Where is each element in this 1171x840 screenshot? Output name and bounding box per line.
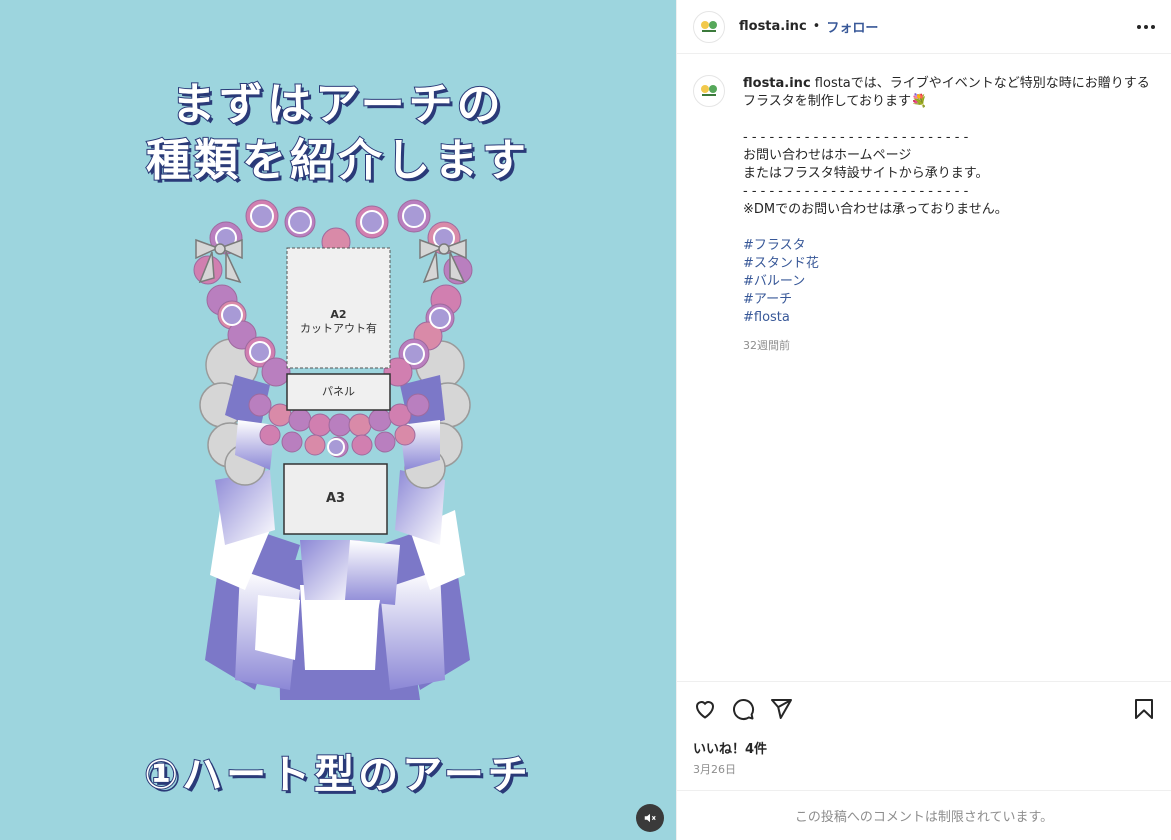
post-side-panel: flosta.inc • フォロー flosta.inc flostaでは、ライ… [676,0,1171,840]
share-button[interactable] [769,697,793,721]
action-bar: いいね！4件 3月26日 [677,681,1171,777]
caption-line-1: フラスタを制作しております💐 [743,94,928,109]
caption-line-7: ※DMでのお問い合わせは承っておりません。 [743,202,1008,217]
a3-label: A3 [325,491,346,506]
comment-button[interactable] [731,697,755,721]
post-date[interactable]: 3月26日 [693,761,1155,777]
instagram-post: まずはアーチの 種類を紹介します A2 カットアウト有 パネル A3 ①ハート型… [0,0,1171,840]
caption-line-5: またはフラスタ特設サイトから承ります。 [743,166,989,181]
hashtag-link[interactable]: #flosta [743,309,1155,327]
caption-text: flosta.inc flostaでは、ライブやイベントなど特別な時にお贈りする… [743,75,1155,355]
caption: flosta.inc flostaでは、ライブやイベントなど特別な時にお贈りする… [693,75,1155,355]
headline-line-1: まずはアーチの [170,78,505,131]
caption-divider: - - - - - - - - - - - - - - - - - - - - … [743,184,969,199]
caption-line-4: お問い合わせはホームページ [743,148,912,163]
likes-count[interactable]: いいね！4件 [693,738,1155,757]
hashtag-link[interactable]: #アーチ [743,291,1155,309]
header-username[interactable]: flosta.inc [739,19,807,34]
comments-restricted-notice: この投稿へのコメントは制限されています。 [677,790,1171,840]
action-icons [693,694,1155,724]
heart-icon [695,701,715,719]
hashtag-link[interactable]: #スタンド花 [743,255,1155,273]
comment-icon [733,699,755,720]
a2-label-size: A2 [330,308,347,321]
hashtag-link[interactable]: #バルーン [743,273,1155,291]
flosta-logo-icon [701,20,717,32]
mute-button[interactable] [636,804,664,832]
caption-line-2 [743,111,1155,129]
a2-label-note: カットアウト有 [300,322,377,335]
header-separator: • [812,19,821,34]
media-subtitle: ①ハート型のアーチ [143,751,532,799]
post-header: flosta.inc • フォロー [677,0,1171,54]
like-button[interactable] [693,697,717,721]
caption-divider: - - - - - - - - - - - - - - - - - - - - … [743,130,969,145]
headline-line-2: 種類を紹介します [145,134,530,187]
avatar[interactable] [693,10,725,43]
caption-line-0: flostaでは、ライブやイベントなど特別な時にお贈りする [814,76,1150,91]
caption-avatar[interactable] [693,75,725,107]
send-icon [771,699,792,719]
a2-label: A2 カットアウト有 [287,308,390,336]
bookmark-icon [1135,699,1153,719]
caption-username[interactable]: flosta.inc [743,76,811,91]
flosta-logo-icon [701,85,717,96]
post-media[interactable]: まずはアーチの 種類を紹介します A2 カットアウト有 パネル A3 ①ハート型… [0,0,676,840]
follow-button[interactable]: フォロー [826,17,878,36]
hashtag-link[interactable]: #フラスタ [743,237,1155,255]
caption-time-ago[interactable]: 32週間前 [743,337,1155,355]
save-button[interactable] [1133,697,1155,721]
panel-label: パネル [322,385,355,398]
speaker-muted-icon [644,813,656,823]
caption-area: flosta.inc flostaでは、ライブやイベントなど特別な時にお贈りする… [677,55,1171,681]
more-options-icon[interactable] [1137,24,1155,29]
